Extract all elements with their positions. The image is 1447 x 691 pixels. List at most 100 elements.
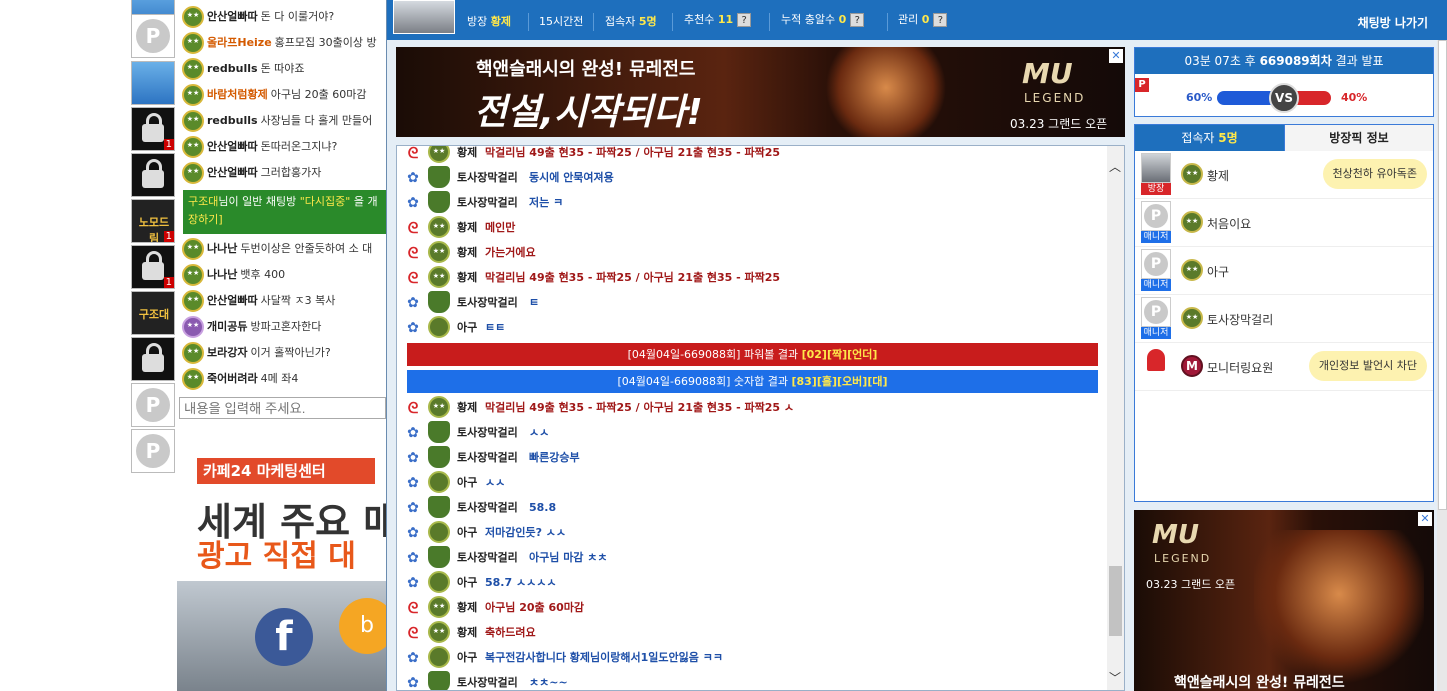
- banner-bottom-text: 핵앤슬래시의 완성! 뮤레전드: [1174, 675, 1345, 691]
- user-avatar[interactable]: [131, 61, 175, 105]
- chat-nick[interactable]: 아구: [457, 315, 477, 340]
- admin-help-icon[interactable]: ?: [933, 13, 948, 27]
- user-avatar[interactable]: P: [131, 383, 175, 427]
- page-scrollbar[interactable]: [1437, 40, 1447, 691]
- cafe24-ad[interactable]: 카페24 마케팅센터 세계 주요 매 광고 직접 대 f b: [177, 433, 387, 691]
- user-name[interactable]: 황제: [1207, 167, 1229, 184]
- chat-nick[interactable]: 황제: [457, 240, 477, 265]
- rank-icon: [182, 58, 204, 80]
- user-avatar[interactable]: 구조대: [131, 291, 175, 335]
- chat-nick[interactable]: 황제: [457, 620, 477, 645]
- chat-nick[interactable]: 안산얼빠따: [207, 140, 258, 153]
- flower-icon: ✿: [407, 675, 419, 691]
- recommend-help-icon[interactable]: ?: [737, 13, 752, 27]
- chat-nick[interactable]: 올라프Heize: [207, 36, 272, 49]
- default-avatar-icon: P: [136, 434, 170, 468]
- ad-line2: 광고 직접 대: [197, 539, 356, 574]
- tab-owner-pick[interactable]: 방장픽 정보: [1284, 125, 1433, 151]
- chat-nick[interactable]: 개미공듀: [207, 320, 247, 333]
- user-name[interactable]: 모니터링요원: [1207, 359, 1273, 376]
- left-chat-row: 죽어버려라4메 좌4: [178, 367, 386, 391]
- chat-nick[interactable]: 바람처럼황제: [207, 88, 268, 101]
- chat-text: 저마감인듯? ㅅㅅ: [485, 526, 567, 539]
- role-badge: 매니저: [1141, 231, 1171, 243]
- user-row[interactable]: P 매니저 토사장막걸리: [1135, 295, 1433, 343]
- chat-scrollbar[interactable]: ︿ ﹀: [1107, 146, 1124, 690]
- chat-nick[interactable]: 안산얼빠따: [207, 166, 258, 179]
- chat-message: 돈 다 이룰거야?: [260, 10, 335, 23]
- chat-nick[interactable]: 아구: [457, 520, 477, 545]
- user-name[interactable]: 처음이요: [1207, 215, 1251, 232]
- chat-nick[interactable]: 토사장막걸리: [457, 545, 518, 570]
- chat-nick[interactable]: 황제: [457, 395, 477, 420]
- chat-nick[interactable]: 토사장막걸리: [457, 420, 518, 445]
- ad-close-icon[interactable]: ✕: [1418, 512, 1432, 526]
- chat-nick[interactable]: 나나난: [207, 242, 237, 255]
- tab-users[interactable]: 접속자 5명: [1135, 125, 1284, 151]
- chat-message: 홍프모집 30출이상 방: [274, 36, 377, 49]
- chat-nick[interactable]: 토사장막걸리: [457, 495, 518, 520]
- chat-nick[interactable]: 안산얼빠따: [207, 10, 258, 23]
- user-row[interactable]: 방장 황제 천상천하 유아독존: [1135, 151, 1433, 199]
- total-help-icon[interactable]: ?: [850, 13, 865, 27]
- user-avatar[interactable]: [131, 337, 175, 381]
- rank-icon: [182, 264, 204, 286]
- exit-room-button[interactable]: 채팅방 나가기: [1358, 14, 1428, 31]
- user-avatar[interactable]: [131, 153, 175, 197]
- avatar-badge: 1: [163, 139, 174, 150]
- user-avatar[interactable]: 1: [131, 245, 175, 289]
- chat-message: 돈따러온그지냐?: [260, 140, 338, 153]
- scroll-down-icon[interactable]: ﹀: [1109, 669, 1121, 686]
- lock-icon: [142, 159, 164, 188]
- user-photo: P: [1141, 297, 1171, 327]
- rank-icon: [182, 316, 204, 338]
- user-avatar[interactable]: 노모드림 1: [131, 199, 175, 243]
- chat-nick[interactable]: 안산얼빠따: [207, 294, 258, 307]
- user-avatar[interactable]: 1: [131, 107, 175, 151]
- chat-nick[interactable]: 황제: [457, 595, 477, 620]
- ad-close-icon[interactable]: ✕: [1109, 49, 1123, 63]
- mu-legend-banner-top[interactable]: 핵앤슬래시의 완성! 뮤레전드 전설,시작되다! MU LEGEND 03.23…: [396, 47, 1125, 137]
- chat-nick[interactable]: 아구: [457, 645, 477, 670]
- chat-nick[interactable]: 토사장막걸리: [457, 165, 518, 190]
- rank-badge-icon: [428, 396, 450, 418]
- chat-nick[interactable]: 토사장막걸리: [457, 445, 518, 470]
- chat-nick[interactable]: redbulls: [207, 114, 258, 127]
- rank-icon: [182, 32, 204, 54]
- chat-room-window: 방장 황제 15시간전 접속자 5명 추천수 11? 누적 충알수 0? 관리 …: [386, 0, 1447, 691]
- users-count: 접속자 5명: [605, 15, 657, 28]
- left-chat-input[interactable]: [179, 397, 386, 419]
- scroll-up-icon[interactable]: ︿: [1109, 158, 1121, 175]
- chat-nick[interactable]: 죽어버려라: [207, 372, 258, 385]
- user-row[interactable]: M 모니터링요원 개인정보 발언시 차단: [1135, 343, 1433, 391]
- chat-nick[interactable]: 아구: [457, 570, 477, 595]
- chat-nick[interactable]: 토사장막걸리: [457, 290, 518, 315]
- user-avatar[interactable]: P: [131, 14, 175, 58]
- chat-nick[interactable]: 토사장막걸리: [457, 190, 518, 215]
- default-avatar-icon: P: [136, 388, 170, 422]
- lock-icon: [142, 343, 164, 372]
- chat-row: ✿ 토사장막걸리 동시에 안묵여져용: [397, 165, 1107, 190]
- chat-text: 58.7 ㅅㅅㅅㅅ: [485, 576, 557, 589]
- chat-nick[interactable]: 보라강자: [207, 346, 247, 359]
- page-scroll-thumb[interactable]: [1438, 40, 1447, 510]
- user-avatar[interactable]: P: [131, 429, 175, 473]
- bing-icon: b: [339, 598, 387, 654]
- user-name[interactable]: 토사장막걸리: [1207, 311, 1273, 328]
- chat-nick[interactable]: 황제: [457, 265, 477, 290]
- user-row[interactable]: P 매니저 처음이요: [1135, 199, 1433, 247]
- chat-nick[interactable]: 아구: [457, 470, 477, 495]
- left-chat-row: 올라프Heize홍프모집 30출이상 방: [178, 31, 386, 55]
- user-photo: P: [1141, 201, 1171, 231]
- flower-icon: ✿: [407, 475, 419, 491]
- user-name[interactable]: 아구: [1207, 263, 1229, 280]
- chat-nick[interactable]: redbulls: [207, 62, 258, 75]
- chat-nick[interactable]: 황제: [457, 146, 477, 165]
- left-room-notice[interactable]: 구조대님이 일반 채팅방 "다시집중" 을 개 장하기]: [183, 190, 386, 234]
- chat-nick[interactable]: 토사장막걸리: [457, 670, 518, 690]
- scroll-thumb[interactable]: [1109, 566, 1122, 636]
- mu-legend-banner-side[interactable]: MU LEGEND 03.23 그랜드 오픈 핵앤슬래시의 완성! 뮤레전드 ✕: [1134, 510, 1434, 691]
- chat-nick[interactable]: 황제: [457, 215, 477, 240]
- chat-nick[interactable]: 나나난: [207, 268, 237, 281]
- user-row[interactable]: P 매니저 아구: [1135, 247, 1433, 295]
